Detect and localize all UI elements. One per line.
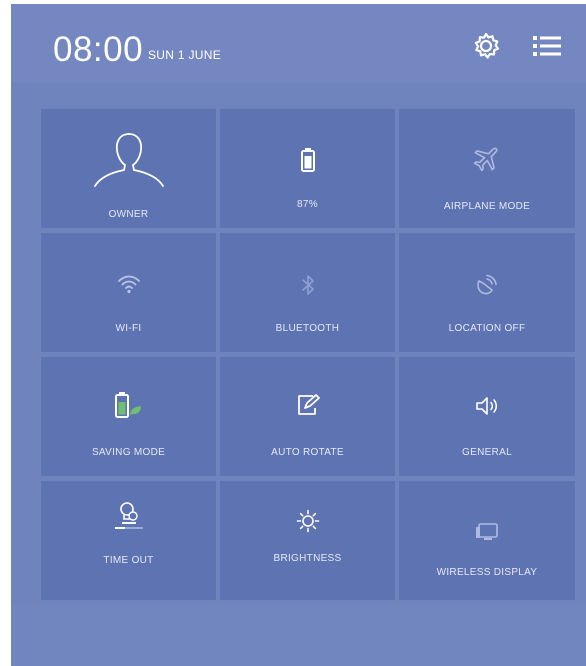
rotate-icon (295, 392, 321, 423)
tile-label: 87% (297, 199, 318, 210)
tile-time-out[interactable]: TIME OUT (41, 481, 216, 600)
tile-label: WIRELESS DISPLAY (436, 567, 538, 578)
battery-leaf-icon (114, 390, 144, 425)
airplane-icon (472, 143, 502, 178)
tile-wifi[interactable]: WI-FI (41, 233, 216, 352)
tile-label: TIME OUT (103, 555, 154, 566)
tile-label: BRIGHTNESS (273, 553, 342, 564)
tile-auto-rotate[interactable]: AUTO ROTATE (220, 357, 395, 476)
quick-settings-panel: 08:00 SUN 1 JUNE OWNER 87% AIRPLANE MODE… (11, 4, 586, 666)
clock-time: 08:00 (53, 30, 144, 69)
tile-label: SAVING MODE (91, 447, 166, 458)
clock-date: SUN 1 JUNE (148, 48, 222, 62)
tile-general[interactable]: GENERAL (399, 357, 575, 476)
battery-icon (300, 147, 316, 178)
quick-settings-grid: OWNER 87% AIRPLANE MODE WI-FI BLUETOOTH … (41, 109, 575, 600)
bluetooth-icon (299, 273, 317, 302)
status-bar: 08:00 SUN 1 JUNE (11, 4, 586, 82)
cast-display-icon (473, 521, 501, 548)
tile-label: OWNER (108, 209, 149, 220)
tile-label: AIRPLANE MODE (443, 201, 531, 212)
user-icon (89, 130, 169, 195)
tile-wireless-display[interactable]: WIRELESS DISPLAY (399, 481, 575, 600)
bulb-timer-icon (111, 501, 147, 534)
tile-label: GENERAL (462, 447, 512, 458)
tile-bluetooth[interactable]: BLUETOOTH (220, 233, 395, 352)
bottom-area (11, 604, 586, 666)
tile-battery[interactable]: 87% (220, 109, 395, 228)
location-icon (474, 271, 500, 302)
menu-list-icon[interactable] (531, 30, 563, 62)
tile-brightness[interactable]: BRIGHTNESS (220, 481, 395, 600)
tile-label: WI-FI (115, 323, 142, 334)
speaker-icon (474, 395, 500, 422)
tile-location[interactable]: LOCATION OFF (399, 233, 575, 352)
tile-label: BLUETOOTH (275, 323, 340, 334)
tile-owner[interactable]: OWNER (41, 109, 216, 228)
sun-icon (296, 509, 320, 538)
gear-icon[interactable] (470, 30, 502, 62)
tile-label: LOCATION OFF (448, 323, 526, 334)
wifi-icon (116, 273, 142, 300)
tile-saving-mode[interactable]: SAVING MODE (41, 357, 216, 476)
tile-airplane-mode[interactable]: AIRPLANE MODE (399, 109, 575, 228)
tile-label: AUTO ROTATE (271, 447, 344, 458)
